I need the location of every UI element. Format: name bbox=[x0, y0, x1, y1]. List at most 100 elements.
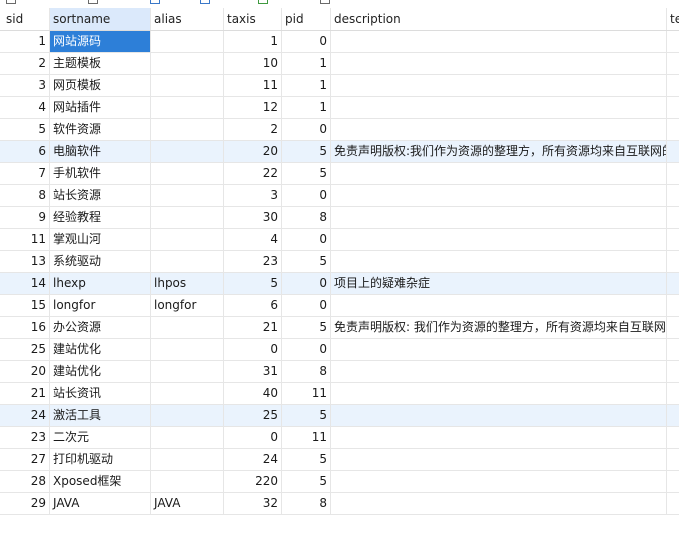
cell-description[interactable] bbox=[331, 53, 667, 74]
cell-taxis[interactable]: 23 bbox=[224, 251, 282, 272]
cell-sid[interactable]: 21 bbox=[0, 383, 50, 404]
cell-sid[interactable]: 6 bbox=[0, 141, 50, 162]
cell-te[interactable] bbox=[667, 163, 679, 184]
cell-pid[interactable]: 0 bbox=[282, 185, 331, 206]
cell-taxis[interactable]: 30 bbox=[224, 207, 282, 228]
cell-description[interactable] bbox=[331, 75, 667, 96]
table-row[interactable]: 2 主题模板 10 1 bbox=[0, 53, 679, 75]
cell-description[interactable] bbox=[331, 31, 667, 52]
cell-description[interactable]: 免责声明版权: 我们作为资源的整理方，所有资源均来自互联网 bbox=[331, 317, 667, 338]
cell-te[interactable] bbox=[667, 449, 679, 470]
cell-sid[interactable]: 29 bbox=[0, 493, 50, 514]
cell-description[interactable] bbox=[331, 339, 667, 360]
cell-te[interactable] bbox=[667, 493, 679, 514]
cell-sortname[interactable]: 办公资源 bbox=[50, 317, 151, 338]
table-row[interactable]: 3 网页模板 11 1 bbox=[0, 75, 679, 97]
cell-sid[interactable]: 25 bbox=[0, 339, 50, 360]
cell-te[interactable] bbox=[667, 295, 679, 316]
toolbar-icon[interactable] bbox=[150, 0, 160, 7]
cell-sid[interactable]: 11 bbox=[0, 229, 50, 250]
cell-sid[interactable]: 27 bbox=[0, 449, 50, 470]
cell-alias[interactable] bbox=[151, 53, 224, 74]
cell-te[interactable] bbox=[667, 427, 679, 448]
cell-pid[interactable]: 11 bbox=[282, 383, 331, 404]
cell-sortname[interactable]: 建站优化 bbox=[50, 361, 151, 382]
cell-sortname[interactable]: 站长资源 bbox=[50, 185, 151, 206]
table-row[interactable]: 15 longfor longfor 6 0 bbox=[0, 295, 679, 317]
cell-alias[interactable] bbox=[151, 185, 224, 206]
cell-sid[interactable]: 5 bbox=[0, 119, 50, 140]
cell-alias[interactable] bbox=[151, 31, 224, 52]
cell-sortname[interactable]: 二次元 bbox=[50, 427, 151, 448]
cell-te[interactable] bbox=[667, 97, 679, 118]
cell-alias[interactable] bbox=[151, 361, 224, 382]
cell-alias[interactable] bbox=[151, 119, 224, 140]
cell-alias[interactable] bbox=[151, 317, 224, 338]
table-row[interactable]: 21 站长资讯 40 11 bbox=[0, 383, 679, 405]
column-header-sortname[interactable]: sortname bbox=[50, 8, 151, 30]
cell-taxis[interactable]: 5 bbox=[224, 273, 282, 294]
cell-sortname[interactable]: 激活工具 bbox=[50, 405, 151, 426]
cell-te[interactable] bbox=[667, 339, 679, 360]
toolbar-icon[interactable] bbox=[200, 0, 210, 7]
cell-description[interactable] bbox=[331, 449, 667, 470]
column-header-te[interactable]: te bbox=[667, 8, 679, 30]
cell-sid[interactable]: 23 bbox=[0, 427, 50, 448]
cell-sid[interactable]: 8 bbox=[0, 185, 50, 206]
cell-description[interactable] bbox=[331, 361, 667, 382]
cell-alias[interactable]: JAVA bbox=[151, 493, 224, 514]
cell-alias[interactable] bbox=[151, 229, 224, 250]
cell-taxis[interactable]: 32 bbox=[224, 493, 282, 514]
cell-sid[interactable]: 20 bbox=[0, 361, 50, 382]
cell-pid[interactable]: 0 bbox=[282, 31, 331, 52]
table-row[interactable]: 13 系统驱动 23 5 bbox=[0, 251, 679, 273]
cell-description[interactable] bbox=[331, 229, 667, 250]
cell-sid[interactable]: 16 bbox=[0, 317, 50, 338]
cell-te[interactable] bbox=[667, 141, 679, 162]
toolbar-icon[interactable] bbox=[320, 0, 330, 7]
toolbar-icon[interactable] bbox=[88, 0, 98, 7]
cell-sortname[interactable]: JAVA bbox=[50, 493, 151, 514]
cell-alias[interactable] bbox=[151, 75, 224, 96]
cell-description[interactable] bbox=[331, 427, 667, 448]
cell-te[interactable] bbox=[667, 317, 679, 338]
cell-alias[interactable] bbox=[151, 471, 224, 492]
table-row[interactable]: 11 掌观山河 4 0 bbox=[0, 229, 679, 251]
cell-sortname[interactable]: 掌观山河 bbox=[50, 229, 151, 250]
cell-pid[interactable]: 5 bbox=[282, 405, 331, 426]
cell-sortname[interactable]: 主题模板 bbox=[50, 53, 151, 74]
table-row[interactable]: 24 激活工具 25 5 bbox=[0, 405, 679, 427]
cell-sid[interactable]: 7 bbox=[0, 163, 50, 184]
cell-alias[interactable] bbox=[151, 251, 224, 272]
cell-alias[interactable]: longfor bbox=[151, 295, 224, 316]
cell-taxis[interactable]: 11 bbox=[224, 75, 282, 96]
cell-sortname[interactable]: 系统驱动 bbox=[50, 251, 151, 272]
cell-sortname[interactable]: 电脑软件 bbox=[50, 141, 151, 162]
cell-description[interactable] bbox=[331, 405, 667, 426]
table-row[interactable]: 28 Xposed框架 220 5 bbox=[0, 471, 679, 493]
cell-taxis[interactable]: 6 bbox=[224, 295, 282, 316]
cell-pid[interactable]: 1 bbox=[282, 75, 331, 96]
column-header-alias[interactable]: alias bbox=[151, 8, 224, 30]
cell-pid[interactable]: 8 bbox=[282, 493, 331, 514]
cell-pid[interactable]: 0 bbox=[282, 273, 331, 294]
cell-alias[interactable] bbox=[151, 383, 224, 404]
cell-pid[interactable]: 0 bbox=[282, 119, 331, 140]
cell-alias[interactable] bbox=[151, 163, 224, 184]
cell-taxis[interactable]: 0 bbox=[224, 339, 282, 360]
cell-pid[interactable]: 8 bbox=[282, 361, 331, 382]
cell-te[interactable] bbox=[667, 53, 679, 74]
cell-te[interactable] bbox=[667, 75, 679, 96]
cell-description[interactable] bbox=[331, 251, 667, 272]
cell-pid[interactable]: 5 bbox=[282, 141, 331, 162]
table-row[interactable]: 23 二次元 0 11 bbox=[0, 427, 679, 449]
cell-te[interactable] bbox=[667, 31, 679, 52]
cell-alias[interactable] bbox=[151, 141, 224, 162]
cell-te[interactable] bbox=[667, 119, 679, 140]
cell-pid[interactable]: 5 bbox=[282, 449, 331, 470]
cell-taxis[interactable]: 25 bbox=[224, 405, 282, 426]
cell-sid[interactable]: 4 bbox=[0, 97, 50, 118]
cell-pid[interactable]: 1 bbox=[282, 53, 331, 74]
cell-description[interactable] bbox=[331, 383, 667, 404]
cell-taxis[interactable]: 40 bbox=[224, 383, 282, 404]
